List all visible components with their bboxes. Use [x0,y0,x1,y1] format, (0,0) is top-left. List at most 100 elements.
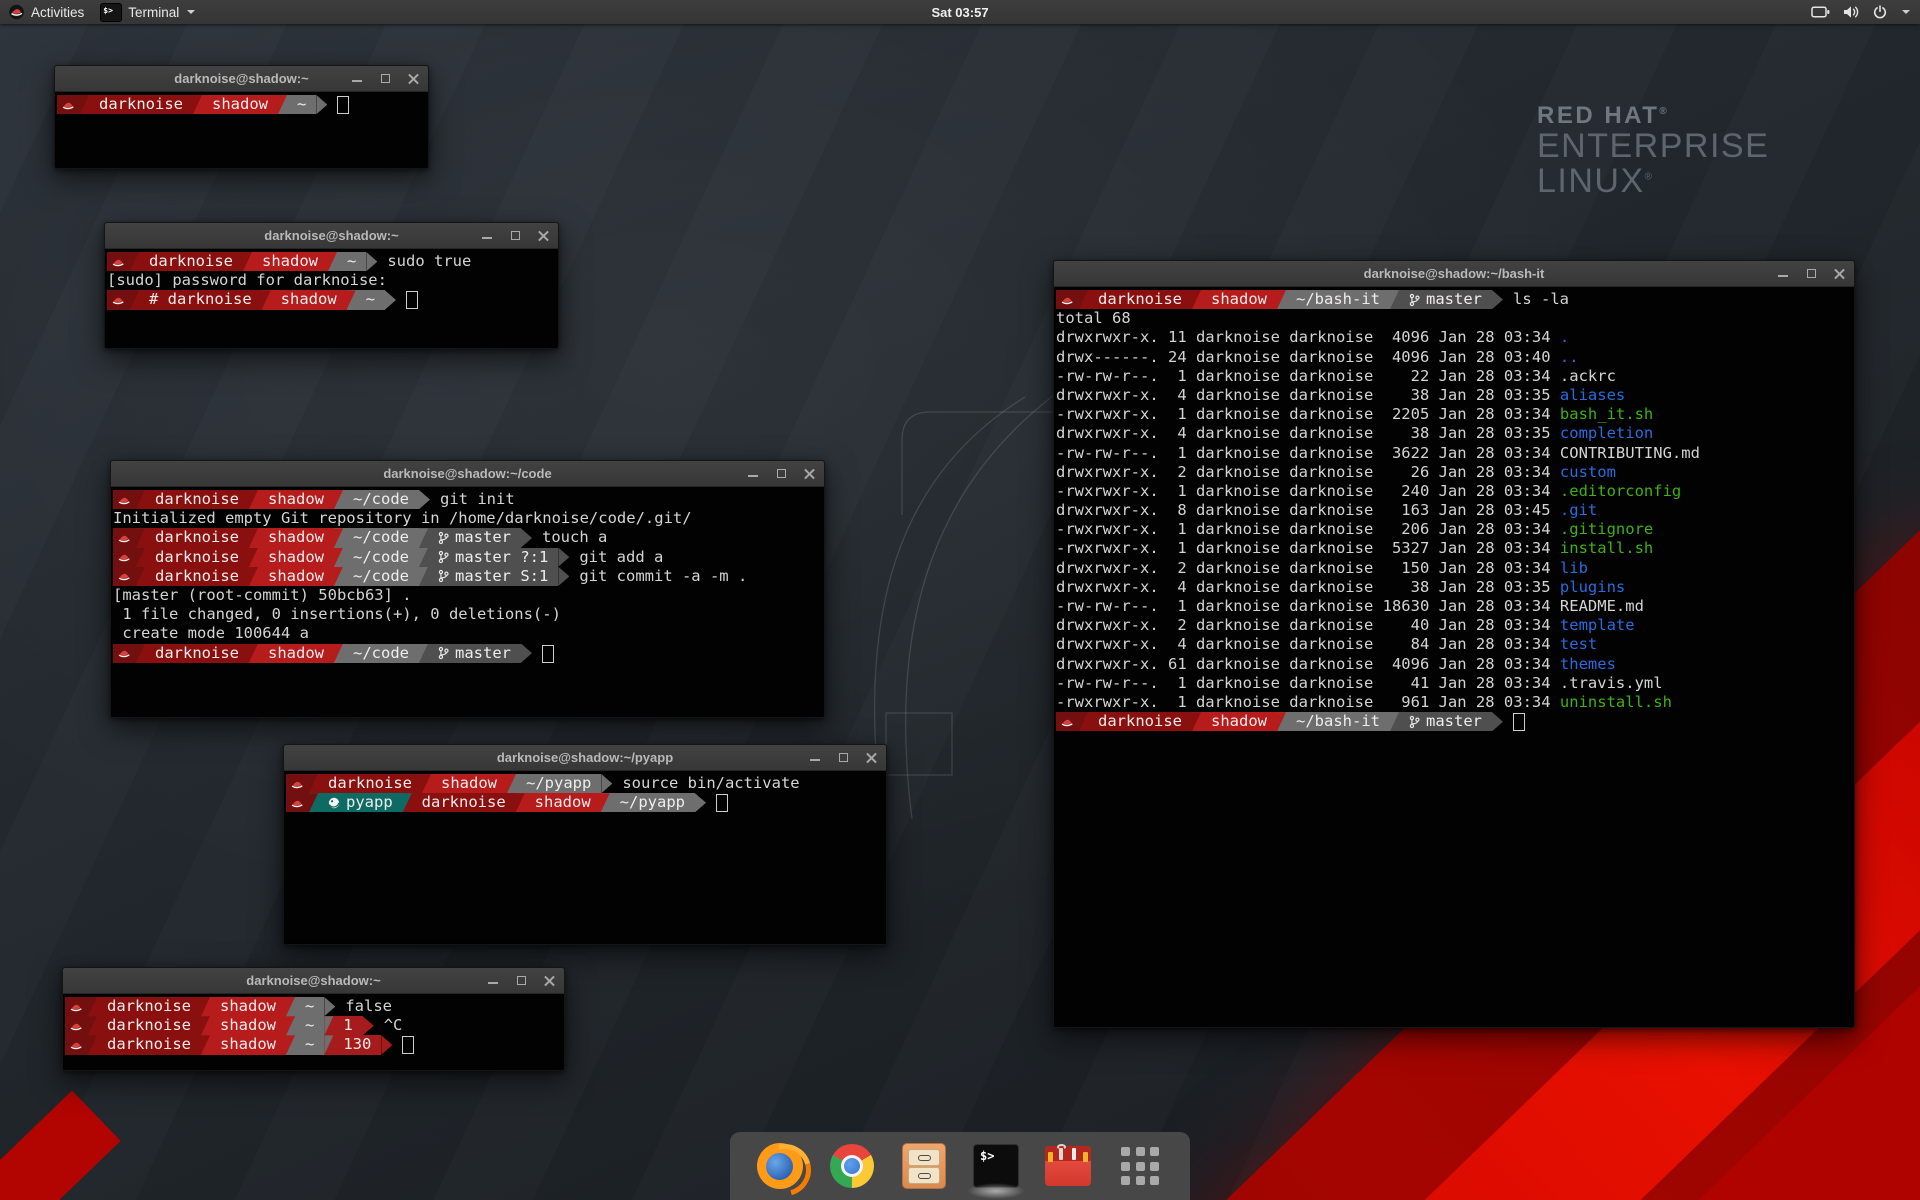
terminal-window-w4[interactable]: darknoise@shadow:~/pyappdarknoiseshadow~… [283,744,887,945]
redhat-icon [117,570,131,582]
prompt-segment-host: shadow [1201,290,1277,309]
dock-item-app-grid[interactable] [1116,1142,1164,1190]
terminal-content[interactable]: darknoiseshadow~falsedarknoiseshadow~1^C… [63,994,564,1070]
window-controls [810,745,877,770]
window-maximize-button[interactable] [510,230,521,241]
prompt-separator [507,774,516,793]
prompt-separator [286,1035,295,1054]
window-titlebar[interactable]: darknoise@shadow:~/pyapp [284,745,886,771]
terminal-window-w6[interactable]: darknoise@shadow:~/bash-it darknoiseshado… [1053,260,1855,1028]
prompt-separator [249,548,258,567]
file-listing-row: drwxrwxr-x. 61 darknoise darknoise 4096 … [1056,655,1854,674]
terminal-window-w1[interactable]: darknoise@shadow:~ darknoiseshadow~ [54,65,429,169]
window-minimize-button[interactable] [1778,268,1789,279]
prompt-separator [419,548,428,567]
terminal-content[interactable]: darknoiseshadow~/bash-itmasterls -latota… [1054,287,1854,1027]
terminal-output-line: Initialized empty Git repository in /hom… [113,509,824,528]
prompt-segment-hat [57,95,80,114]
terminal-window-w3[interactable]: darknoise@shadow:~/codedarknoiseshadow~/… [110,460,825,718]
window-titlebar[interactable]: darknoise@shadow:~/code [111,461,824,487]
app-menu-terminal[interactable]: $> Terminal [92,0,203,24]
window-close-button[interactable] [538,230,549,241]
terminal-prompt-line: darknoiseshadow~/bash-itmasterls -la [1056,290,1854,309]
window-close-button[interactable] [544,975,555,986]
clock[interactable]: Sat 03:57 [931,5,988,20]
terminal-content[interactable]: darknoiseshadow~/codegit initInitialized… [111,487,824,717]
prompt-segment-label: darknoise [155,528,239,547]
prompt-segment-label: pyapp [346,793,393,812]
file-listing-meta: -rw-rw-r--. 1 darknoise darknoise 18630 … [1056,597,1560,615]
terminal-cursor [542,645,554,663]
terminal-prompt-line: darknoiseshadow~/codemaster [113,644,824,663]
file-listing-meta: drwx------. 24 darknoise darknoise 4096 … [1056,348,1560,366]
dock-item-toolbox[interactable] [1044,1142,1092,1190]
terminal-window-w2[interactable]: darknoise@shadow:~darknoiseshadow~sudo t… [104,222,559,349]
window-close-button[interactable] [1834,268,1845,279]
brand-line-linux: LINUX® [1537,164,1769,199]
prompt-segment-label: darknoise [155,490,239,509]
prompt-segment-label: ~/code [353,548,409,567]
prompt-separator [1277,712,1286,731]
command-text: ^C [374,1016,403,1035]
window-maximize-button[interactable] [516,975,527,986]
dock-item-files[interactable] [900,1142,948,1190]
file-name: .ackrc [1560,367,1616,385]
terminal-content[interactable]: darknoiseshadow~/pyappsource bin/activat… [284,771,886,944]
prompt-segment-label: ~ [305,1016,314,1035]
file-name: aliases [1560,386,1625,404]
prompt-segment-label: darknoise [155,567,239,586]
window-close-button[interactable] [804,468,815,479]
file-name: .git [1560,501,1597,519]
window-minimize-button[interactable] [748,468,759,479]
prompt-separator [334,644,343,663]
prompt-segment-hat [65,1016,88,1035]
prompt-segment-path: ~/bash-it [1286,712,1390,731]
prompt-segment-label: ~ [366,290,375,309]
window-title: darknoise@shadow:~ [174,71,308,86]
prompt-segment-exit: 130 [333,1035,381,1054]
window-titlebar[interactable]: darknoise@shadow:~/bash-it [1054,261,1854,287]
terminal-content[interactable]: darknoiseshadow~sudo true[sudo] password… [105,249,558,348]
system-status-area[interactable] [1807,0,1914,24]
window-titlebar[interactable]: darknoise@shadow:~ [63,968,564,994]
window-maximize-button[interactable] [838,752,849,763]
prompt-segment-user: darknoise [97,1035,201,1054]
dock-item-chrome[interactable] [828,1142,876,1190]
file-listing-meta: drwxrwxr-x. 4 darknoise darknoise 38 Jan… [1056,578,1560,596]
window-titlebar[interactable]: darknoise@shadow:~ [55,66,428,92]
window-minimize-button[interactable] [352,73,363,84]
prompt-arrow [381,1035,392,1054]
prompt-segment-path: ~/code [343,548,419,567]
window-close-button[interactable] [408,73,419,84]
file-name: .. [1560,348,1579,366]
window-close-button[interactable] [866,752,877,763]
prompt-segment-label: darknoise [328,774,412,793]
window-maximize-button[interactable] [380,73,391,84]
toolbox-clasp [1083,1152,1088,1162]
prompt-separator [516,793,525,812]
window-minimize-button[interactable] [482,230,493,241]
volume-icon [1843,5,1860,19]
window-maximize-button[interactable] [1806,268,1817,279]
activities-button[interactable]: Activities [0,0,92,24]
file-listing-meta: -rw-rw-r--. 1 darknoise darknoise 3622 J… [1056,444,1560,462]
file-name: template [1560,616,1635,634]
prompt-separator [130,252,139,271]
dock-item-firefox[interactable] [756,1142,804,1190]
prompt-arrow [1492,290,1503,309]
terminal-content[interactable]: darknoiseshadow~ [55,92,428,168]
prompt-segment-hat [113,644,136,663]
dock-item-terminal[interactable]: $> [972,1142,1020,1190]
window-minimize-button[interactable] [810,752,821,763]
file-listing-meta: drwxrwxr-x. 61 darknoise darknoise 4096 … [1056,655,1560,673]
window-maximize-button[interactable] [776,468,787,479]
terminal-window-w5[interactable]: darknoise@shadow:~darknoiseshadow~falsed… [62,967,565,1071]
app-menu-label: Terminal [128,5,179,20]
drawer [908,1167,940,1184]
prompt-segment-user: darknoise [412,793,516,812]
prompt-segment-label: 130 [343,1035,371,1054]
prompt-segment-hat [286,774,309,793]
window-titlebar[interactable]: darknoise@shadow:~ [105,223,558,249]
window-minimize-button[interactable] [488,975,499,986]
prompt-arrow [521,644,532,663]
